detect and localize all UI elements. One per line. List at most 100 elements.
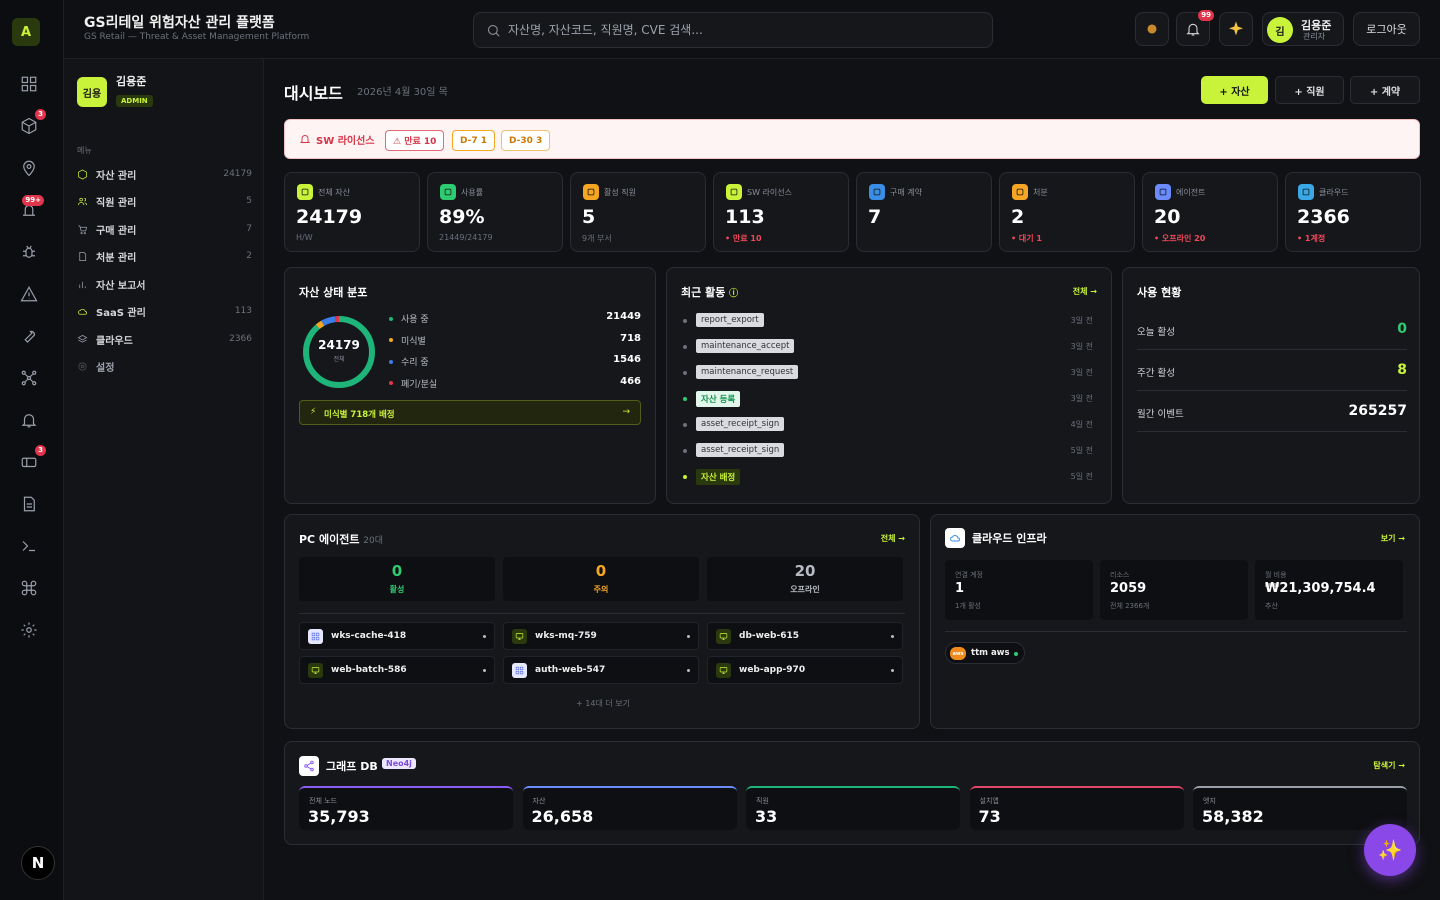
graph-stat: 직원 33 — [746, 786, 960, 830]
logout-button[interactable]: 로그아웃 — [1353, 12, 1420, 46]
agent-item[interactable]: wks-mq-759 — [503, 622, 699, 650]
document-icon[interactable] — [18, 493, 40, 515]
divider — [945, 631, 1407, 632]
warning-icon[interactable] — [18, 283, 40, 305]
kpi-card[interactable]: SW 라이선스 113 • 만료 10 — [713, 172, 849, 252]
alerts-icon[interactable]: 99+ — [18, 195, 44, 221]
show-more-agents-link[interactable]: + 14대 더 보기 — [285, 698, 921, 709]
search-input[interactable] — [508, 13, 978, 47]
activity-tag: asset_receipt_sign — [696, 417, 785, 431]
kpi-label: 처분 — [1033, 188, 1048, 197]
sidebar-item-label: 클라우드 — [96, 335, 133, 347]
sidebar-item-settings[interactable]: 설정 — [77, 356, 252, 376]
usage-label: 월간 이벤트 — [1137, 409, 1184, 420]
grid-icon — [512, 663, 527, 678]
usage-value: 0 — [1397, 321, 1407, 337]
cloud-infra-card: 클라우드 인프라 보기 → 연결 계정 1 1개 활성 리소스 2059 전체 2366개… — [930, 514, 1420, 729]
agent-item[interactable]: db-web-615 — [707, 622, 903, 650]
sidebar-item-disposal[interactable]: 처분 관리 2 — [77, 246, 252, 266]
sidebar-item-employees[interactable]: 직원 관리 5 — [77, 191, 252, 211]
dashboard-grid-icon[interactable] — [18, 73, 40, 95]
add-asset-button[interactable]: + 자산 — [1201, 76, 1268, 104]
unidentified-notice[interactable]: ⚡ 미식별 718개 배정 → — [299, 400, 641, 425]
list-item[interactable]: maintenance_request 3일 전 — [683, 364, 1093, 382]
help-icon[interactable]: ⓘ — [729, 289, 738, 299]
sidebar-item-cloud[interactable]: 클라우드 2366 — [77, 329, 252, 349]
command-icon[interactable] — [18, 577, 40, 599]
notifications-button[interactable]: 99 — [1176, 10, 1214, 46]
cloud-view-link[interactable]: 보기 → — [1381, 533, 1405, 544]
legend-value: 466 — [620, 375, 641, 387]
agent-stat: 20 오프라인 — [707, 557, 903, 601]
kpi-card[interactable]: 구매 계약 7 — [856, 172, 992, 252]
sidebar-item-label: SaaS 관리 — [96, 307, 146, 319]
list-item[interactable]: 자산 등록 3일 전 — [683, 390, 1093, 408]
cube-icon[interactable]: 3 — [18, 109, 46, 137]
stat-value: 0 — [595, 562, 607, 580]
agent-stat: 0 활성 — [299, 557, 495, 601]
usage-row: 주간 활성 8 — [1137, 351, 1407, 391]
status-dot — [1014, 652, 1018, 656]
kpi-card[interactable]: 처분 2 • 대기 1 — [999, 172, 1135, 252]
bell-icon[interactable] — [18, 409, 40, 431]
agent-item[interactable]: web-app-970 — [707, 656, 903, 684]
expired-chip[interactable]: ⚠ 만료 10 — [385, 130, 445, 151]
d7-chip[interactable]: D-7 1 — [452, 130, 496, 151]
list-item[interactable]: asset_receipt_sign 4일 전 — [683, 416, 1093, 434]
list-item[interactable]: 자산 배정 5일 전 — [683, 468, 1093, 486]
bug-icon[interactable] — [18, 241, 40, 263]
kpi-card[interactable]: 사용률 89% 21449/24179 — [427, 172, 563, 252]
sidebar-item-reports[interactable]: 자산 보고서 — [77, 274, 252, 294]
graph-stat-value: 35,793 — [308, 807, 370, 826]
add-contract-button[interactable]: + 계약 — [1350, 76, 1420, 104]
nextjs-icon[interactable]: N — [21, 846, 55, 880]
agent-item[interactable]: web-batch-586 — [299, 656, 495, 684]
agent-item[interactable]: auth-web-547 — [503, 656, 699, 684]
kpi-card[interactable]: 활성 직원 5 9개 부서 — [570, 172, 706, 252]
notification-badge: 99 — [1198, 10, 1214, 21]
graph-explorer-link[interactable]: 탐색기 → — [1373, 760, 1405, 771]
wrench-icon[interactable] — [18, 325, 40, 347]
list-item[interactable]: report_export 3일 전 — [683, 312, 1093, 330]
list-item[interactable]: asset_receipt_sign 5일 전 — [683, 442, 1093, 460]
list-item[interactable]: maintenance_accept 3일 전 — [683, 338, 1093, 356]
cloud-icon — [78, 308, 87, 315]
terminal-icon[interactable] — [18, 535, 40, 557]
agents-view-all-link[interactable]: 전체 → — [881, 533, 905, 544]
theme-toggle-button[interactable] — [1135, 12, 1169, 46]
aws-icon: aws — [950, 647, 966, 660]
kpi-card[interactable]: 에이전트 20 • 오프라인 20 — [1142, 172, 1278, 252]
sidebar-item-assets[interactable]: 자산 관리 24179 — [77, 164, 252, 184]
location-pin-icon[interactable] — [18, 157, 40, 179]
agent-item[interactable]: wks-cache-418 — [299, 622, 495, 650]
cloud-icon — [945, 528, 965, 548]
bullet-dot — [683, 423, 687, 427]
add-employee-button[interactable]: + 직원 — [1275, 76, 1344, 104]
sidebar-item-saas[interactable]: SaaS 관리 113 — [77, 301, 252, 321]
ai-assistant-fab[interactable]: ✨ — [1364, 824, 1416, 876]
stat-value: 0 — [391, 562, 403, 580]
cloud-stat-sub: 전체 2366개 — [1110, 602, 1150, 610]
kpi-sub: 9개 부서 — [582, 234, 612, 243]
activity-time: 4일 전 — [1070, 420, 1093, 429]
ai-assist-button[interactable] — [1219, 12, 1253, 46]
settings-gear-icon[interactable] — [18, 619, 40, 641]
kpi-icon — [726, 184, 742, 200]
asset-status-card: 자산 상태 분포 24179 전체 사용 중 21449 미식별 718 수리 중 154… — [284, 267, 656, 504]
d30-chip[interactable]: D-30 3 — [501, 130, 551, 151]
activity-time: 3일 전 — [1070, 368, 1093, 377]
kpi-label: 사용률 — [461, 188, 484, 197]
app-logo[interactable]: A — [12, 18, 40, 46]
graph-stat: 전체 노드 35,793 — [299, 786, 513, 830]
ticket-icon[interactable]: 3 — [18, 445, 46, 473]
page-title: 대시보드 — [284, 84, 343, 103]
sidebar-item-purchases[interactable]: 구매 관리 7 — [77, 219, 252, 239]
network-icon[interactable] — [18, 367, 40, 389]
kpi-card[interactable]: 전체 자산 24179 H/W — [284, 172, 420, 252]
user-menu[interactable]: 김 김용준 관리자 — [1262, 12, 1344, 46]
cloud-account-chip[interactable]: aws ttm aws — [945, 642, 1025, 664]
recent-view-all-link[interactable]: 전체 → — [1073, 286, 1097, 297]
graph-stat-label: 설치앱 — [979, 797, 999, 805]
kpi-card[interactable]: 클라우드 2366 • 1계정 — [1285, 172, 1421, 252]
activity-time: 3일 전 — [1070, 342, 1093, 351]
